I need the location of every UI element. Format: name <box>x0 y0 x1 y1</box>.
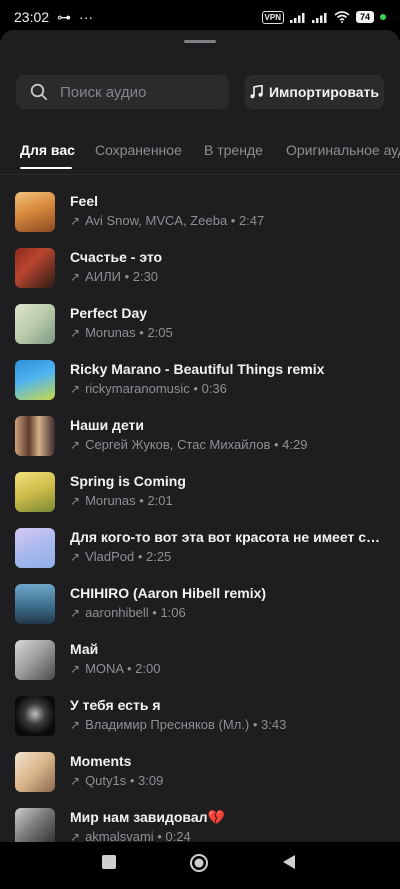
track-title: Для кого-то вот эта вот красота не имеет… <box>70 529 380 545</box>
album-cover <box>15 416 55 456</box>
track-meta: aaronhibell • 1:06 <box>85 605 186 620</box>
trending-arrow-icon: ↗ <box>70 493 81 508</box>
track-title: Мир нам завидовал💔 <box>70 809 225 825</box>
track-meta-row: ↗ Morunas • 2:05 <box>70 325 380 340</box>
privacy-indicator-dot <box>380 14 386 20</box>
tab-for-you[interactable]: Для вас <box>20 142 75 158</box>
trending-arrow-icon: ↗ <box>70 381 81 396</box>
track-title: Май <box>70 641 99 657</box>
track-item[interactable]: Ricky Marano - Beautiful Things remix ↗ r… <box>0 356 400 412</box>
track-meta: Quty1s • 3:09 <box>85 773 164 788</box>
track-title: CHIHIRO (Aaron Hibell remix) <box>70 585 267 601</box>
track-meta-row: ↗ rickymaranomusic • 0:36 <box>70 381 380 396</box>
trending-arrow-icon: ↗ <box>70 269 81 284</box>
key-icon: ⊶ <box>57 8 72 25</box>
track-title: У тебя есть я <box>70 697 161 713</box>
trending-arrow-icon: ↗ <box>70 437 81 452</box>
tab-bar: Для вас Сохраненное В тренде Оригинально… <box>0 140 400 175</box>
album-cover <box>15 640 55 680</box>
track-meta: Morunas • 2:05 <box>85 325 173 340</box>
search-input[interactable]: Поиск аудио <box>16 75 229 109</box>
track-meta: АИЛИ • 2:30 <box>85 269 159 284</box>
track-meta: rickymaranomusic • 0:36 <box>85 381 227 396</box>
back-button[interactable] <box>281 854 297 870</box>
trending-arrow-icon: ↗ <box>70 325 81 340</box>
track-item[interactable]: CHIHIRO (Aaron Hibell remix) ↗ aaronhibel… <box>0 580 400 636</box>
wifi-icon <box>334 11 350 23</box>
trending-arrow-icon: ↗ <box>70 717 81 732</box>
track-meta-row: ↗ Quty1s • 3:09 <box>70 773 380 788</box>
track-item[interactable]: У тебя есть я ↗ Владимир Пресняков (Мл.) … <box>0 692 400 748</box>
track-title: Счастье - это <box>70 249 163 265</box>
track-meta-row: ↗ aaronhibell • 1:06 <box>70 605 380 620</box>
home-button[interactable] <box>189 853 209 873</box>
track-item[interactable]: Perfect Day ↗ Morunas • 2:05 <box>0 300 400 356</box>
tab-saved[interactable]: Сохраненное <box>95 142 182 158</box>
album-cover <box>15 360 55 400</box>
track-meta: Сергей Жуков, Стас Михайлов • 4:29 <box>85 437 308 452</box>
track-meta: Avi Snow, MVCA, Zeeba • 2:47 <box>85 213 265 228</box>
track-meta-row: ↗ Сергей Жуков, Стас Михайлов • 4:29 <box>70 437 380 452</box>
trending-arrow-icon: ↗ <box>70 213 81 228</box>
track-title: Наши дети <box>70 417 145 433</box>
signal-icon <box>289 12 305 23</box>
trending-arrow-icon: ↗ <box>70 549 81 564</box>
track-meta-row: ↗ MONA • 2:00 <box>70 661 380 676</box>
battery-indicator: 74 <box>355 11 374 23</box>
clock: 23:02 <box>14 9 50 25</box>
import-button[interactable]: Импортировать <box>245 75 384 109</box>
track-title: Ricky Marano - Beautiful Things remix <box>70 361 325 377</box>
track-title: Perfect Day <box>70 305 148 321</box>
track-item[interactable]: Наши дети ↗ Сергей Жуков, Стас Михайлов •… <box>0 412 400 468</box>
music-note-icon <box>250 85 263 99</box>
album-cover <box>15 304 55 344</box>
track-item[interactable]: Счастье - это ↗ АИЛИ • 2:30 <box>0 244 400 300</box>
album-cover <box>15 696 55 736</box>
system-navigation-bar <box>0 842 400 889</box>
signal-icon-2 <box>311 12 327 23</box>
recent-apps-button[interactable] <box>101 854 117 870</box>
album-cover <box>15 248 55 288</box>
sheet-drag-handle[interactable] <box>184 40 216 43</box>
track-meta: VladPod • 2:25 <box>85 549 172 564</box>
track-meta-row: ↗ Владимир Пресняков (Мл.) • 3:43 <box>70 717 380 732</box>
track-meta: Владимир Пресняков (Мл.) • 3:43 <box>85 717 287 732</box>
tab-trending[interactable]: В тренде <box>204 142 263 158</box>
track-item[interactable]: Feel ↗ Avi Snow, MVCA, Zeeba • 2:47 <box>0 188 400 244</box>
status-bar: 23:02 ⊶ ··· VPN 74 <box>0 0 400 34</box>
trending-arrow-icon: ↗ <box>70 661 81 676</box>
album-cover <box>15 584 55 624</box>
vpn-badge: VPN <box>261 10 284 24</box>
track-meta-row: ↗ Morunas • 2:01 <box>70 493 380 508</box>
search-icon <box>30 83 48 101</box>
trending-arrow-icon: ↗ <box>70 773 81 788</box>
track-meta-row: ↗ Avi Snow, MVCA, Zeeba • 2:47 <box>70 213 380 228</box>
track-meta-row: ↗ VladPod • 2:25 <box>70 549 380 564</box>
track-title: Spring is Coming <box>70 473 186 489</box>
track-item[interactable]: Moments ↗ Quty1s • 3:09 <box>0 748 400 804</box>
track-meta: Morunas • 2:01 <box>85 493 173 508</box>
active-tab-indicator <box>20 167 72 169</box>
album-cover <box>15 192 55 232</box>
track-title: Feel <box>70 193 99 209</box>
more-notifications-icon: ··· <box>79 9 94 25</box>
album-cover <box>15 472 55 512</box>
tab-original-audio[interactable]: Оригинальное аудио <box>286 142 400 158</box>
track-item[interactable]: Spring is Coming ↗ Morunas • 2:01 <box>0 468 400 524</box>
import-label: Импортировать <box>268 84 380 100</box>
search-placeholder: Поиск аудио <box>60 83 147 101</box>
track-title: Moments <box>70 753 132 769</box>
album-cover <box>15 752 55 792</box>
track-meta: MONA • 2:00 <box>85 661 161 676</box>
track-item[interactable]: Для кого-то вот эта вот красота не имеет… <box>0 524 400 580</box>
track-item[interactable]: Май ↗ MONA • 2:00 <box>0 636 400 692</box>
trending-arrow-icon: ↗ <box>70 605 81 620</box>
track-meta-row: ↗ АИЛИ • 2:30 <box>70 269 380 284</box>
album-cover <box>15 528 55 568</box>
